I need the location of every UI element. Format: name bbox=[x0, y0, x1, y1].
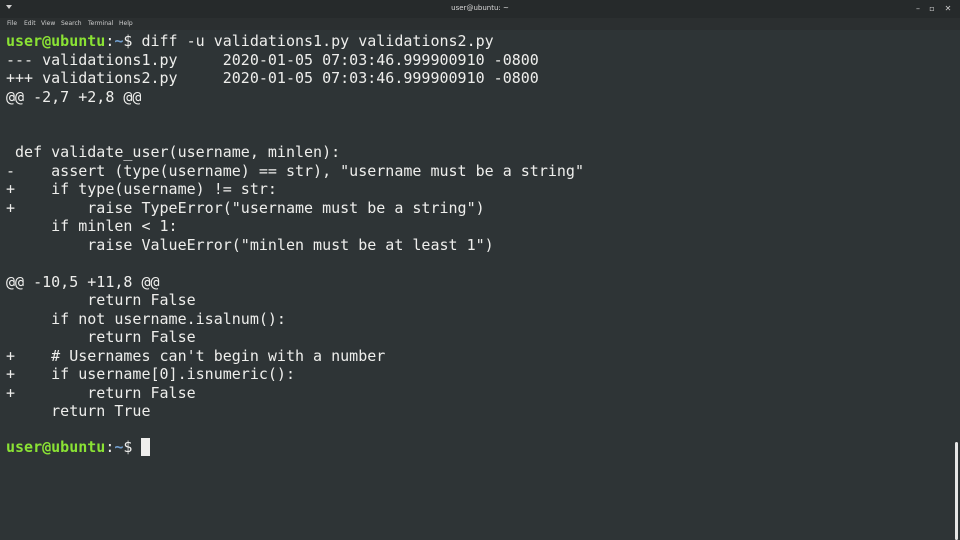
menu-bar: File Edit View Search Terminal Help bbox=[0, 18, 960, 30]
maximize-button[interactable]: ▫ bbox=[926, 3, 938, 15]
terminal-window: user@ubuntu: ~ – ▫ ✕ File Edit View Sear… bbox=[0, 0, 960, 540]
output-line: + # Usernames can't begin with a number bbox=[6, 347, 386, 365]
text-cursor bbox=[141, 438, 150, 456]
menu-terminal[interactable]: Terminal bbox=[88, 20, 113, 27]
menu-view[interactable]: View bbox=[41, 20, 55, 27]
menu-file[interactable]: File bbox=[7, 20, 17, 27]
output-line: @@ -10,5 +11,8 @@ bbox=[6, 273, 160, 291]
output-line: raise ValueError("minlen must be at leas… bbox=[6, 236, 494, 254]
output-line: --- validations1.py 2020-01-05 07:03:46.… bbox=[6, 51, 539, 69]
prompt-symbol: $ bbox=[123, 32, 142, 50]
output-line: +++ validations2.py 2020-01-05 07:03:46.… bbox=[6, 69, 539, 87]
title-bar: user@ubuntu: ~ – ▫ ✕ bbox=[0, 0, 960, 18]
output-line: if not username.isalnum(): bbox=[6, 310, 286, 328]
output-line: + if type(username) != str: bbox=[6, 180, 277, 198]
command-text: diff -u validations1.py validations2.py bbox=[141, 32, 494, 50]
output-line: return False bbox=[6, 291, 196, 309]
menu-help[interactable]: Help bbox=[119, 20, 133, 27]
output-line: + return False bbox=[6, 384, 196, 402]
output-line: + if username[0].isnumeric(): bbox=[6, 365, 295, 383]
prompt-line: user@ubuntu:~$ bbox=[6, 438, 141, 456]
scrollbar[interactable] bbox=[948, 30, 960, 540]
window-title: user@ubuntu: ~ bbox=[451, 4, 509, 12]
output-line: @@ -2,7 +2,8 @@ bbox=[6, 88, 142, 106]
output-line: - assert (type(username) == str), "usern… bbox=[6, 162, 584, 180]
terminal-output[interactable]: user@ubuntu:~$ diff -u validations1.py v… bbox=[0, 30, 948, 540]
prompt-symbol: $ bbox=[123, 438, 142, 456]
menu-edit[interactable]: Edit bbox=[24, 20, 36, 27]
output-line: return True bbox=[6, 402, 151, 420]
output-line: if minlen < 1: bbox=[6, 217, 178, 235]
prompt-user: user@ubuntu bbox=[6, 438, 106, 456]
close-button[interactable]: ✕ bbox=[942, 3, 954, 15]
output-line: + raise TypeError("username must be a st… bbox=[6, 199, 485, 217]
scrollbar-thumb[interactable] bbox=[955, 442, 958, 540]
command-line: user@ubuntu:~$ diff -u validations1.py v… bbox=[6, 32, 494, 50]
output-line: return False bbox=[6, 328, 196, 346]
minimize-button[interactable]: – bbox=[912, 3, 924, 15]
prompt-user: user@ubuntu bbox=[6, 32, 106, 50]
output-line: def validate_user(username, minlen): bbox=[6, 143, 341, 161]
menu-search[interactable]: Search bbox=[61, 20, 82, 27]
